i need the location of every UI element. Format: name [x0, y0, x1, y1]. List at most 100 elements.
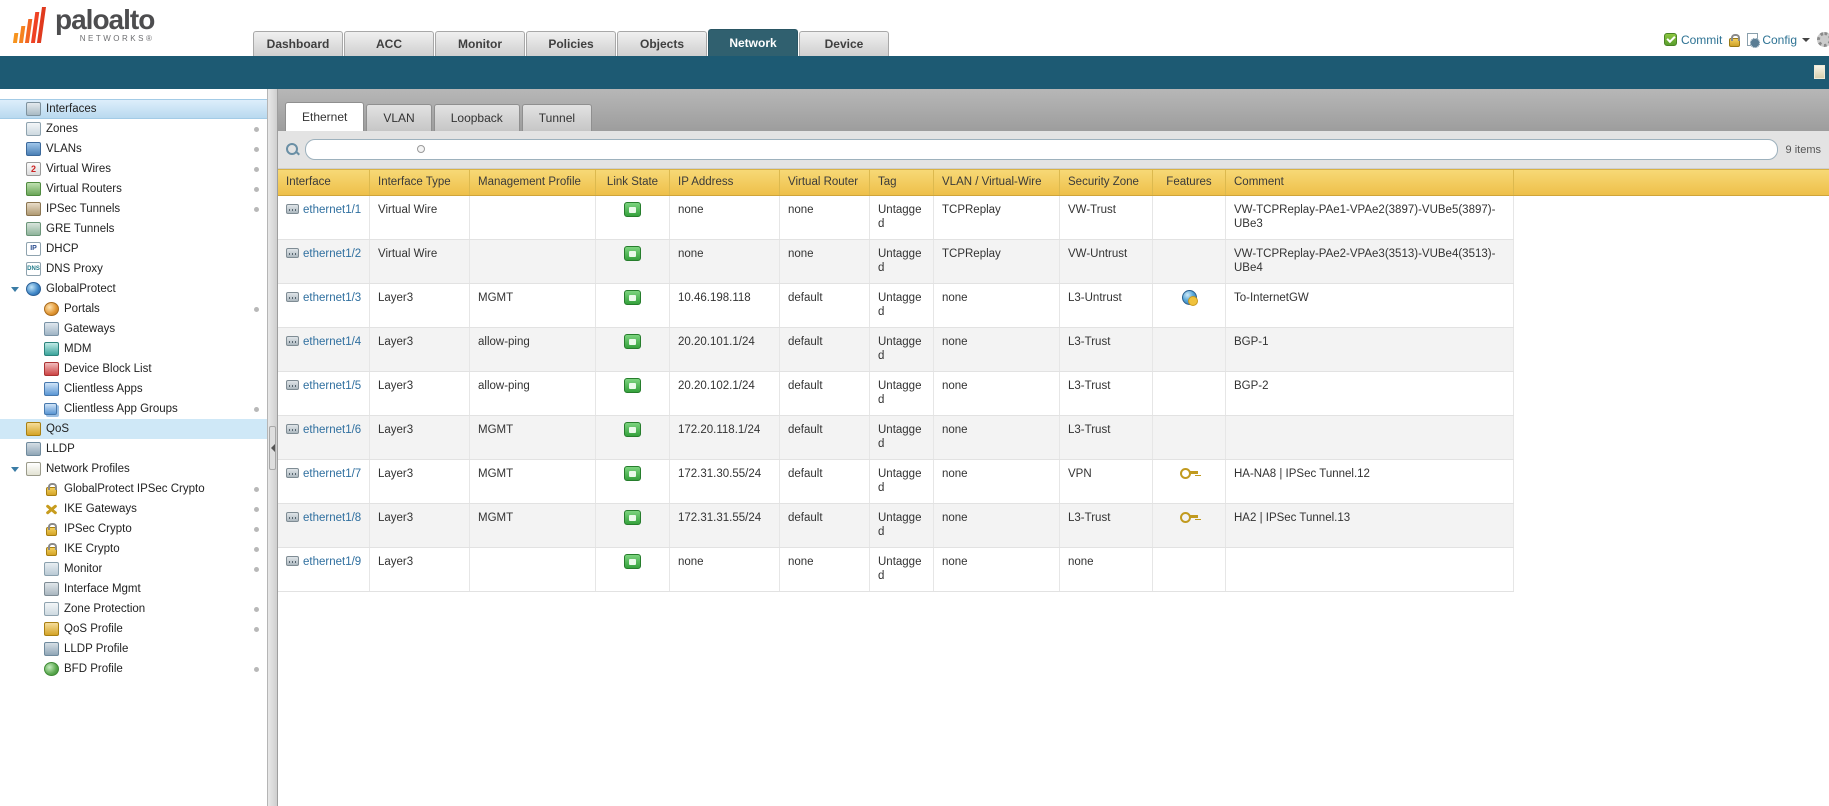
table-row[interactable]: ethernet1/4 Layer3 allow-ping 20.20.101.…: [278, 328, 1829, 372]
sidebar-item-device-block-list[interactable]: Device Block List: [0, 359, 267, 379]
cell-ip: 172.31.31.55/24: [670, 504, 780, 547]
cell-vlan: none: [934, 460, 1060, 503]
qos-profile-icon: [44, 622, 59, 636]
cell-mgmt-profile: allow-ping: [470, 328, 596, 371]
lock-icon[interactable]: [1729, 38, 1740, 47]
sidebar-item-label: Device Block List: [64, 363, 152, 375]
col-link-state[interactable]: Link State: [596, 170, 670, 195]
interface-link[interactable]: ethernet1/9: [303, 556, 361, 568]
cell-security-zone: VW-Trust: [1060, 196, 1153, 239]
cell-tag: Untagged: [870, 416, 934, 459]
sidebar-item-bfd-profile[interactable]: BFD Profile: [0, 659, 267, 679]
interface-link[interactable]: ethernet1/4: [303, 336, 361, 348]
interface-link[interactable]: ethernet1/2: [303, 248, 361, 260]
sidebar-item-gateways[interactable]: Gateways: [0, 319, 267, 339]
cell-vlan: none: [934, 548, 1060, 591]
collapse-arrow-icon[interactable]: [11, 467, 19, 472]
sidebar-item-gp-ipsec-crypto[interactable]: GlobalProtect IPSec Crypto: [0, 479, 267, 499]
sidebar-item-vlans[interactable]: VLANs: [0, 139, 267, 159]
col-features[interactable]: Features: [1153, 170, 1226, 195]
sidebar-item-interfaces[interactable]: Interfaces: [0, 99, 267, 119]
row-filler: [1514, 372, 1829, 416]
sidebar-item-gre-tunnels[interactable]: GRE Tunnels: [0, 219, 267, 239]
sidebar-item-virtual-routers[interactable]: Virtual Routers: [0, 179, 267, 199]
tab-objects[interactable]: Objects: [617, 31, 707, 56]
table-row[interactable]: ethernet1/7 Layer3 MGMT 172.31.30.55/24 …: [278, 460, 1829, 504]
table-row[interactable]: ethernet1/6 Layer3 MGMT 172.20.118.1/24 …: [278, 416, 1829, 460]
table-row[interactable]: ethernet1/5 Layer3 allow-ping 20.20.102.…: [278, 372, 1829, 416]
table-row[interactable]: ethernet1/2 Virtual Wire none none Untag…: [278, 240, 1829, 284]
sidebar-item-lldp-profile[interactable]: LLDP Profile: [0, 639, 267, 659]
sidebar-item-zone-protection[interactable]: Zone Protection: [0, 599, 267, 619]
table-row[interactable]: ethernet1/3 Layer3 MGMT 10.46.198.118 de…: [278, 284, 1829, 328]
filter-input[interactable]: [305, 139, 1778, 160]
subtab-tunnel[interactable]: Tunnel: [522, 104, 592, 131]
gear-icon[interactable]: [1817, 32, 1829, 47]
sidebar-item-interface-mgmt[interactable]: Interface Mgmt: [0, 579, 267, 599]
interface-link[interactable]: ethernet1/3: [303, 292, 361, 304]
cell-ip: none: [670, 548, 780, 591]
sidebar-item-zones[interactable]: Zones: [0, 119, 267, 139]
tab-acc[interactable]: ACC: [344, 31, 434, 56]
col-vlan-virtual-wire[interactable]: VLAN / Virtual-Wire: [934, 170, 1060, 195]
ethernet-interfaces-table: Interface Interface Type Management Prof…: [278, 169, 1829, 806]
sidebar-item-ike-gateways[interactable]: IKE Gateways: [0, 499, 267, 519]
sidebar-item-portals[interactable]: Portals: [0, 299, 267, 319]
subtab-ethernet[interactable]: Ethernet: [285, 102, 364, 131]
col-interface-type[interactable]: Interface Type: [370, 170, 470, 195]
sidebar-item-qos-profile[interactable]: QoS Profile: [0, 619, 267, 639]
col-interface[interactable]: Interface: [278, 170, 370, 195]
sidebar-item-lldp[interactable]: LLDP: [0, 439, 267, 459]
tab-network[interactable]: Network: [708, 29, 798, 56]
global-find-icon[interactable]: [1814, 65, 1825, 79]
collapse-arrow-icon[interactable]: [11, 287, 19, 292]
col-tag[interactable]: Tag: [870, 170, 934, 195]
sidebar-item-ipsec-tunnels[interactable]: IPSec Tunnels: [0, 199, 267, 219]
sidebar-item-label: GRE Tunnels: [46, 223, 114, 235]
sidebar-item-ike-crypto[interactable]: IKE Crypto: [0, 539, 267, 559]
sidebar-item-dhcp[interactable]: IP DHCP: [0, 239, 267, 259]
sidebar-item-clientless-apps[interactable]: Clientless Apps: [0, 379, 267, 399]
sidebar-item-dns-proxy[interactable]: DNS DNS Proxy: [0, 259, 267, 279]
sidebar-item-qos[interactable]: QoS: [0, 419, 267, 439]
interface-link[interactable]: ethernet1/8: [303, 512, 361, 524]
lock-icon: [46, 547, 57, 556]
sidebar-item-clientless-app-groups[interactable]: Clientless App Groups: [0, 399, 267, 419]
cell-virtual-router: default: [780, 328, 870, 371]
table-row[interactable]: ethernet1/9 Layer3 none none Untagged no…: [278, 548, 1829, 592]
sidebar-splitter[interactable]: [267, 89, 278, 806]
lldp-profile-icon: [44, 642, 59, 656]
search-icon[interactable]: [286, 143, 299, 156]
sidebar-item-ipsec-crypto[interactable]: IPSec Crypto: [0, 519, 267, 539]
table-row[interactable]: ethernet1/1 Virtual Wire none none Untag…: [278, 196, 1829, 240]
interface-link[interactable]: ethernet1/5: [303, 380, 361, 392]
interface-link[interactable]: ethernet1/6: [303, 424, 361, 436]
config-menu-button[interactable]: Config: [1747, 33, 1810, 47]
sidebar-item-monitor-profile[interactable]: Monitor: [0, 559, 267, 579]
col-virtual-router[interactable]: Virtual Router: [780, 170, 870, 195]
sidebar-item-virtual-wires[interactable]: 2 Virtual Wires: [0, 159, 267, 179]
interface-link[interactable]: ethernet1/1: [303, 204, 361, 216]
col-security-zone[interactable]: Security Zone: [1060, 170, 1153, 195]
sidebar-collapse-button[interactable]: [269, 426, 276, 470]
table-row[interactable]: ethernet1/8 Layer3 MGMT 172.31.31.55/24 …: [278, 504, 1829, 548]
paloalto-logo[interactable]: paloalto NETWORKS®: [10, 7, 154, 43]
interface-link[interactable]: ethernet1/7: [303, 468, 361, 480]
tab-policies[interactable]: Policies: [526, 31, 616, 56]
subtab-loopback[interactable]: Loopback: [434, 104, 520, 131]
cell-type: Layer3: [370, 460, 470, 503]
cell-features: [1153, 196, 1226, 239]
subtab-vlan[interactable]: VLAN: [366, 104, 431, 131]
col-management-profile[interactable]: Management Profile: [470, 170, 596, 195]
sidebar-item-globalprotect[interactable]: GlobalProtect: [0, 279, 267, 299]
commit-button[interactable]: Commit: [1664, 33, 1722, 47]
crossed-keys-icon: [44, 502, 59, 516]
tab-device[interactable]: Device: [799, 31, 889, 56]
col-ip-address[interactable]: IP Address: [670, 170, 780, 195]
sidebar-item-network-profiles[interactable]: Network Profiles: [0, 459, 267, 479]
main-content: Ethernet VLAN Loopback Tunnel 9 items In…: [278, 89, 1829, 806]
sidebar-item-mdm[interactable]: MDM: [0, 339, 267, 359]
col-comment[interactable]: Comment: [1226, 170, 1514, 195]
tab-monitor[interactable]: Monitor: [435, 31, 525, 56]
tab-dashboard[interactable]: Dashboard: [253, 31, 343, 56]
